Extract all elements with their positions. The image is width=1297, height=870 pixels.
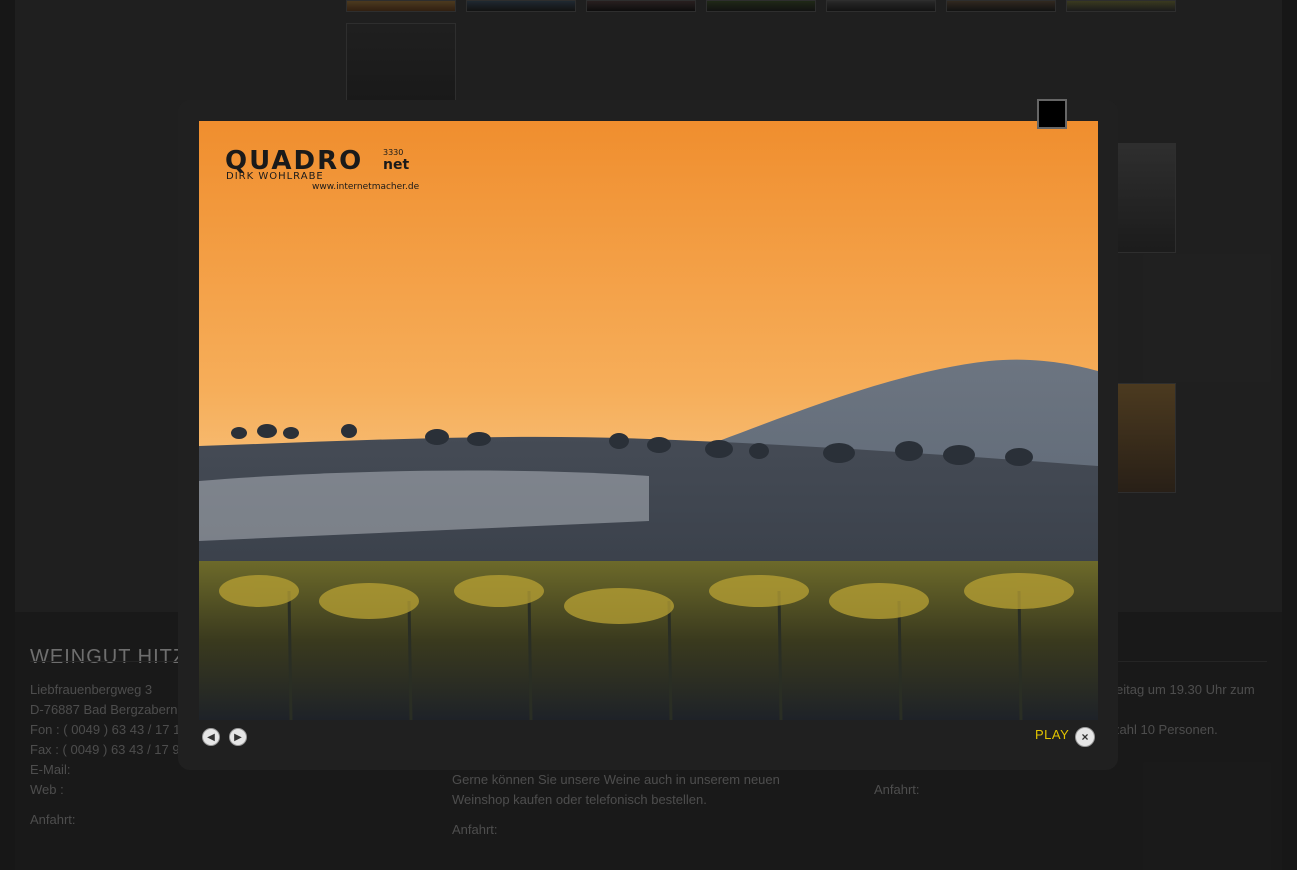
close-box[interactable] — [1037, 99, 1067, 129]
photo-url: www.internetmacher.de — [312, 182, 420, 192]
lightbox: QUADRO net 3330 DIRK WOHLRABE www.intern… — [178, 99, 1118, 770]
prev-arrow-icon[interactable]: ◀ — [202, 728, 220, 746]
photo-logo-suffix: net — [383, 157, 409, 173]
next-arrow-icon[interactable]: ▶ — [229, 728, 247, 746]
photo-logo-small: 3330 — [383, 148, 403, 157]
close-x-icon[interactable]: × — [1075, 727, 1095, 747]
play-button[interactable]: PLAY — [1035, 727, 1069, 742]
lightbox-photo: QUADRO net 3330 DIRK WOHLRABE www.intern… — [199, 121, 1098, 720]
photo-name: DIRK WOHLRABE — [226, 171, 324, 182]
vineyard-sunset-image: QUADRO net 3330 DIRK WOHLRABE www.intern… — [199, 121, 1098, 720]
